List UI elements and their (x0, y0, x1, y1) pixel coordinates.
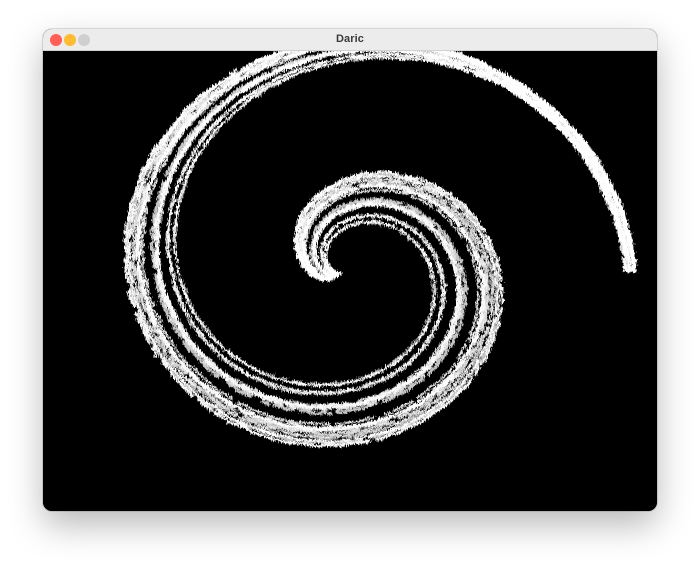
app-window: Daric (43, 29, 657, 511)
spiral-strokes (123, 51, 636, 448)
graphics-canvas (43, 51, 657, 511)
title-bar[interactable]: Daric (43, 29, 657, 51)
window-title: Daric (335, 33, 365, 45)
spiral-artwork (123, 51, 657, 448)
spiral-strand (165, 52, 627, 395)
spiral-strand (135, 51, 636, 433)
